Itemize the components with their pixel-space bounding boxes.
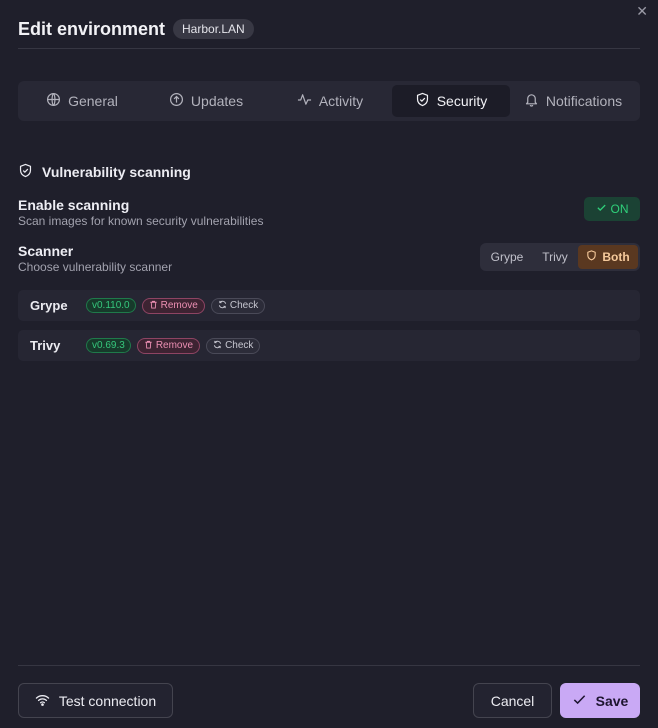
scanner-setting: Scanner Choose vulnerability scanner — [18, 243, 172, 274]
tab-security[interactable]: Security — [392, 85, 510, 117]
header-divider — [18, 48, 640, 49]
enable-scanning-setting: Enable scanning Scan images for known se… — [18, 197, 263, 228]
section-heading: Vulnerability scanning — [18, 163, 191, 181]
version-badge: v0.110.0 — [86, 298, 136, 313]
shield-icon — [586, 250, 597, 264]
activity-icon — [297, 92, 312, 110]
check-icon — [572, 692, 587, 710]
circle-arrow-up-icon — [169, 92, 184, 110]
tab-general[interactable]: General — [20, 85, 144, 117]
environment-badge: Harbor.LAN — [173, 19, 254, 39]
enable-scanning-description: Scan images for known security vulnerabi… — [18, 214, 264, 228]
bell-icon — [524, 92, 539, 110]
refresh-icon — [218, 300, 227, 312]
scanner-option-trivy[interactable]: Trivy — [532, 245, 578, 269]
tab-label: Updates — [190, 93, 244, 109]
section-title: Vulnerability scanning — [42, 164, 191, 180]
remove-label: Remove — [155, 340, 194, 351]
tab-label: Activity — [318, 93, 364, 109]
enable-scanning-toggle[interactable]: ON — [584, 197, 640, 221]
remove-button[interactable]: Remove — [136, 337, 201, 354]
scanner-label: Scanner — [18, 243, 74, 259]
dialog-header: Edit environment Harbor.LAN — [18, 10, 640, 48]
check-button[interactable]: Check — [206, 337, 261, 354]
tab-notifications[interactable]: Notifications — [510, 85, 636, 117]
tab-updates[interactable]: Updates — [144, 85, 268, 117]
enable-scanning-label: Enable scanning — [18, 197, 130, 213]
scanner-row: Grype v0.110.0 Remove Check — [18, 290, 640, 321]
check-icon — [596, 202, 607, 216]
scanner-description: Choose vulnerability scanner — [18, 260, 173, 274]
scanner-option-label: Both — [602, 250, 630, 264]
shield-icon — [415, 92, 430, 110]
check-button[interactable]: Check — [210, 297, 266, 314]
tab-activity[interactable]: Activity — [268, 85, 392, 117]
shield-check-icon — [18, 163, 33, 181]
scanner-row: Trivy v0.69.3 Remove Check — [18, 330, 640, 361]
tab-bar: General Updates Activity Security Notifi… — [18, 81, 640, 121]
scanner-name: Trivy — [30, 338, 61, 353]
scanner-selector: Grype Trivy Both — [480, 243, 640, 271]
scanner-option-grype[interactable]: Grype — [482, 245, 532, 269]
tab-label: Notifications — [545, 93, 623, 109]
wifi-icon — [35, 692, 50, 710]
check-label: Check — [229, 300, 259, 311]
scanner-name: Grype — [30, 298, 68, 313]
globe-icon — [46, 92, 61, 110]
test-connection-label: Test connection — [58, 692, 157, 709]
refresh-icon — [213, 340, 222, 352]
trash-icon — [149, 300, 158, 312]
tab-label: Security — [436, 93, 488, 109]
version-badge: v0.69.3 — [86, 338, 131, 353]
test-connection-button[interactable]: Test connection — [18, 683, 173, 718]
scanner-option-both[interactable]: Both — [578, 245, 638, 269]
check-label: Check — [225, 340, 254, 351]
close-icon[interactable]: ✕ — [636, 3, 648, 20]
remove-button[interactable]: Remove — [141, 297, 205, 314]
toggle-state-label: ON — [610, 202, 629, 216]
remove-label: Remove — [160, 300, 198, 311]
footer-divider — [18, 665, 640, 666]
save-label: Save — [595, 692, 629, 709]
cancel-button[interactable]: Cancel — [473, 683, 552, 718]
trash-icon — [144, 340, 153, 352]
tab-label: General — [68, 93, 118, 109]
dialog-title: Edit environment — [18, 18, 166, 39]
save-button[interactable]: Save — [560, 683, 640, 718]
